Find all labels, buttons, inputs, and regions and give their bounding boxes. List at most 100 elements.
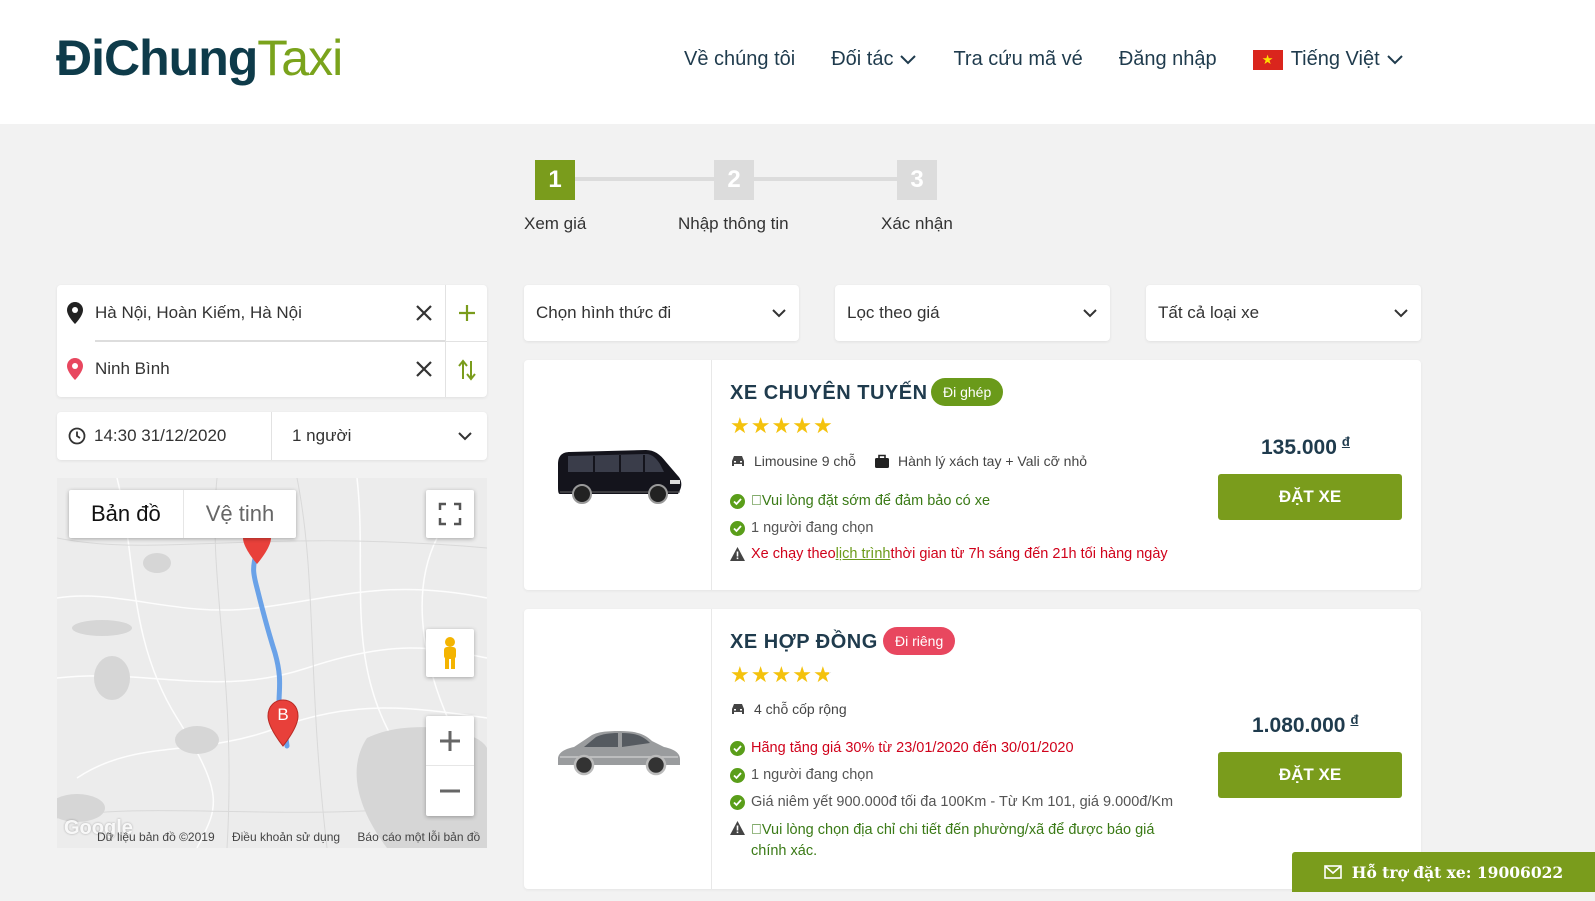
fullscreen-button[interactable] [426, 490, 474, 538]
star-icon: ★ [792, 413, 812, 438]
nav-partners[interactable]: Đối tác [831, 48, 917, 71]
support-hotline-button[interactable]: Hỗ trợ đặt xe: 19006022 [1292, 852, 1595, 892]
rating-stars: ★ ★ ★ ★ ★ [730, 664, 834, 686]
chevron-down-icon [772, 309, 786, 318]
warning-icon [730, 821, 745, 835]
schedule-link[interactable]: lịch trình [836, 546, 891, 562]
passenger-select[interactable]: 1 người [272, 412, 487, 460]
destination-text: Ninh Bình [95, 359, 170, 378]
datetime-field[interactable]: 14:30 31/12/2020 [57, 412, 272, 460]
check-circle-icon [730, 741, 745, 756]
site-header: ĐiChungTaxi Về chúng tôi Đối tác Tra cứu… [0, 0, 1595, 124]
map-type-tabs: Bản đồ Vệ tinh [69, 490, 297, 538]
street-view-pegman[interactable] [426, 629, 474, 677]
price-value: 1.080.000 [1252, 714, 1346, 737]
plus-icon [440, 730, 460, 751]
location-card: Hà Nội, Hoàn Kiếm, Hà Nội Ninh Bình [57, 285, 487, 397]
add-stop-button[interactable] [446, 285, 487, 341]
nav-ticket-lookup[interactable]: Tra cứu mã vé [953, 48, 1082, 71]
fullscreen-icon [438, 502, 462, 526]
price-value: 135.000 [1261, 436, 1337, 459]
language-selector[interactable]: Tiếng Việt [1252, 48, 1404, 71]
van-image [558, 450, 682, 504]
price-increase-text: Hãng tăng giá 30% từ 23/01/2020 đến 30/0… [751, 740, 1074, 756]
clear-origin-icon[interactable] [415, 304, 433, 322]
price: 135.000 đ [1261, 434, 1350, 460]
nav-ticket-lookup-label: Tra cứu mã vé [953, 48, 1083, 70]
car-title: XE CHUYÊN TUYẾN [730, 382, 928, 404]
tab-satellite[interactable]: Vệ tinh [184, 490, 297, 538]
check-circle-icon [730, 521, 745, 536]
car-option-card: XE CHUYÊN TUYẾN Đi ghép ★ ★ ★ ★ ★ Limousine … [524, 360, 1421, 590]
mail-icon [1323, 865, 1342, 879]
step-3-box: 3 [897, 160, 937, 200]
star-icon: ★ [792, 662, 812, 687]
car-icon [732, 704, 744, 714]
origin-text: Hà Nội, Hoàn Kiếm, Hà Nội [95, 303, 302, 322]
logo-text-dichung: ĐiChung [56, 30, 258, 86]
tab-map[interactable]: Bản đồ [69, 490, 184, 538]
selection-count-note: 1 người đang chọn [730, 520, 873, 536]
vietnam-flag-icon [1252, 49, 1283, 70]
luggage-label: Hành lý xách tay + Vali cỡ nhỏ [897, 453, 1088, 469]
map-report-link[interactable]: Báo cáo một lỗi bản đồ [357, 830, 480, 844]
selection-count-text: 1 người đang chọn [751, 767, 874, 783]
logo[interactable]: ĐiChungTaxi [56, 26, 343, 90]
destination-pin-icon [67, 358, 83, 380]
zoom-controls [426, 716, 474, 816]
logo-text-taxi: Taxi [257, 30, 343, 86]
step-2-label: Nhập thông tin [678, 214, 789, 233]
plus-icon [458, 305, 475, 321]
check-circle-icon [730, 795, 745, 810]
route-map[interactable]: B Bản đồ Vệ tinh Google Dữ liệu bản đồ ©… [57, 478, 487, 848]
marker-b-label: B [277, 705, 289, 724]
price: 1.080.000 đ [1252, 712, 1358, 738]
badge-private: Đi riêng [883, 627, 956, 655]
currency-symbol: đ [1350, 712, 1359, 727]
book-button[interactable]: ĐẶT XE [1218, 752, 1402, 798]
destination-field[interactable]: Ninh Bình [57, 341, 445, 397]
star-icon: ★ [730, 413, 750, 438]
minus-icon [440, 789, 460, 793]
step-1-box: 1 [535, 160, 575, 200]
rating-stars: ★ ★ ★ ★ ★ [730, 415, 834, 437]
support-label: Hỗ trợ đặt xe: 19006022 [1351, 862, 1564, 882]
datetime-value: 14:30 31/12/2020 [94, 426, 227, 445]
address-warning-line2: chính xác. [751, 843, 818, 859]
nav-about-label: Về chúng tôi [684, 48, 796, 70]
car-type-filter-label: Tất cả loại xe [1158, 303, 1260, 322]
price-filter-label: Lọc theo giá [847, 303, 940, 322]
zoom-in-button[interactable] [426, 716, 474, 766]
nav-login[interactable]: Đăng nhập [1119, 48, 1217, 71]
origin-field[interactable]: Hà Nội, Hoàn Kiếm, Hà Nội [57, 285, 445, 341]
vehicle-feature: Limousine 9 chỗ Hành lý xách tay + Vali … [730, 453, 1087, 469]
car-title: XE HỢP ĐỒNG [730, 631, 878, 653]
map-footer: Dữ liệu bản đồ ©2019 Điều khoản sử dụng … [97, 830, 487, 844]
star-icon: ★ [771, 413, 792, 438]
map-terms-link[interactable]: Điều khoản sử dụng [232, 830, 340, 844]
swap-arrows-icon [457, 358, 476, 381]
listed-price-text: Giá niêm yết 900.000đ tối đa 100Km - Từ … [751, 794, 1174, 810]
step-connector [754, 177, 898, 181]
book-button[interactable]: ĐẶT XE [1218, 474, 1402, 520]
vehicle-label: Limousine 9 chỗ [754, 453, 856, 469]
travel-mode-label: Chọn hình thức đi [536, 303, 672, 322]
listed-price-note: Giá niêm yết 900.000đ tối đa 100Km - Từ … [730, 794, 1173, 810]
booking-note-text: Vui lòng đặt sớm để đảm bảo có xe [751, 493, 990, 509]
origin-pin-icon [67, 302, 83, 324]
map-data-attribution: Dữ liệu bản đồ ©2019 [97, 830, 215, 844]
chevron-down-icon [1386, 54, 1403, 64]
swap-locations-button[interactable] [446, 341, 487, 397]
nav-about[interactable]: Về chúng tôi [684, 48, 795, 71]
star-icon: ★ [750, 413, 771, 438]
language-label: Tiếng Việt [1290, 48, 1380, 70]
travel-mode-filter[interactable]: Chọn hình thức đi [524, 285, 799, 341]
chevron-down-icon [458, 432, 472, 441]
vehicle-label: 4 chỗ cốp rộng [754, 701, 847, 717]
zoom-out-button[interactable] [426, 766, 474, 816]
pegman-icon [444, 637, 456, 669]
price-filter[interactable]: Lọc theo giá [835, 285, 1110, 341]
car-type-filter[interactable]: Tất cả loại xe [1146, 285, 1421, 341]
clear-destination-icon[interactable] [415, 360, 433, 378]
schedule-warning: Xe chạy theo lịch trình thời gian từ 7h … [730, 546, 1168, 562]
